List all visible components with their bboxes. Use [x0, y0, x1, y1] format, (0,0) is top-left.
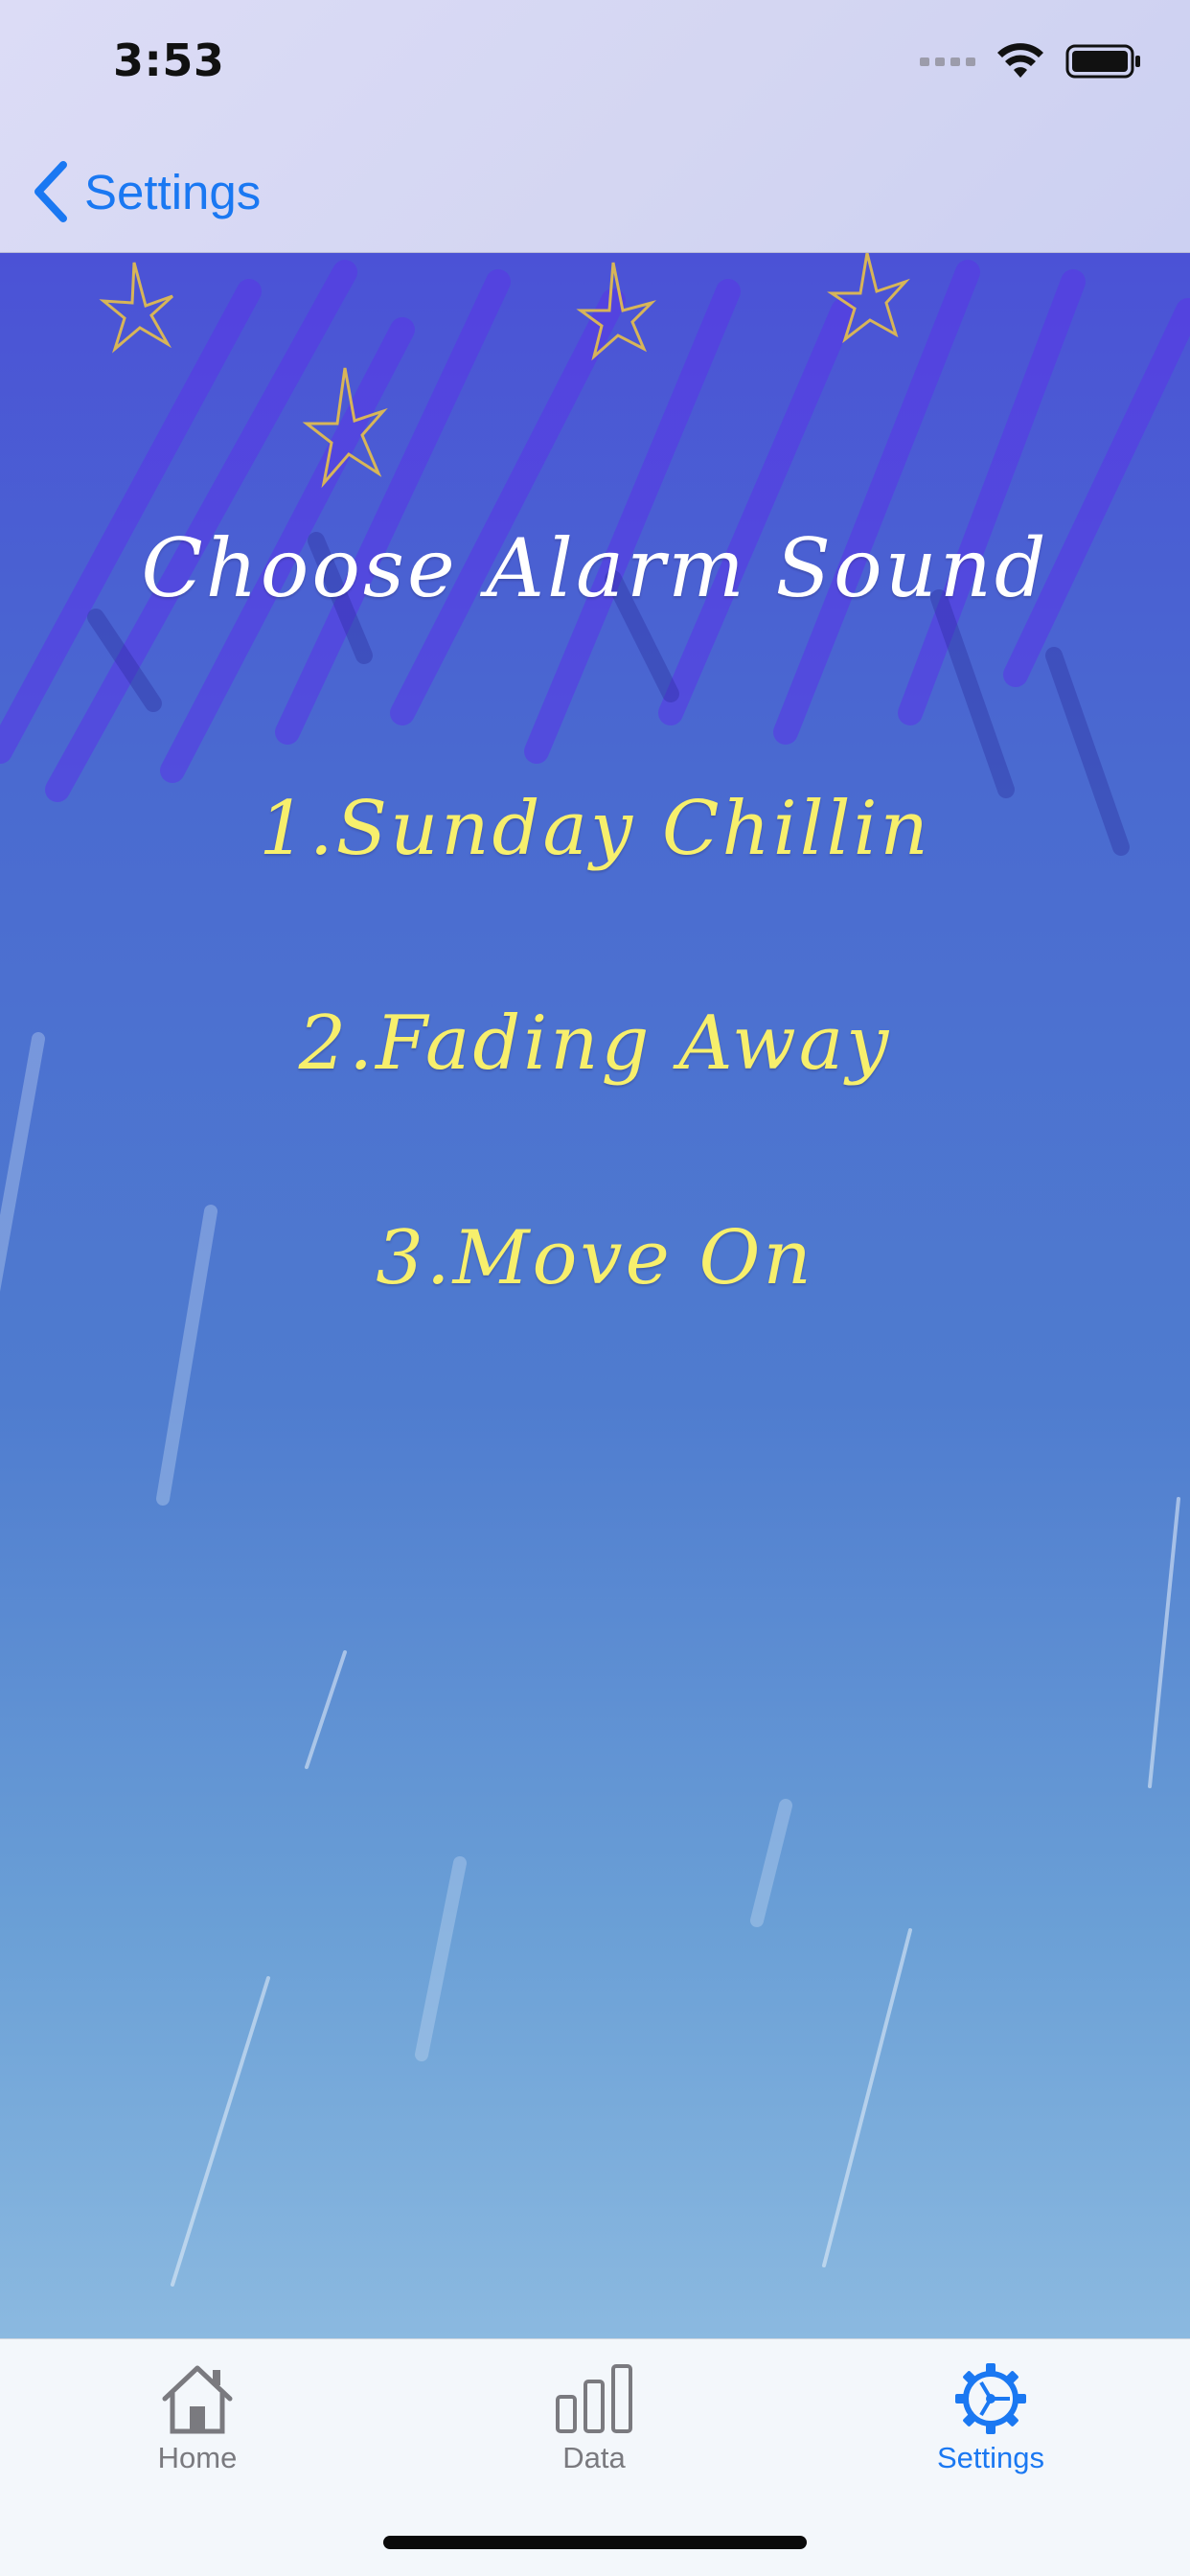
navigation-bar: 3:53 Settings — [0, 0, 1190, 253]
status-icons — [920, 42, 1142, 80]
chevron-left-icon — [34, 161, 67, 222]
page-title: Choose Alarm Sound — [141, 521, 1049, 615]
gear-icon — [955, 2363, 1026, 2434]
wifi-icon — [997, 43, 1043, 78]
house-icon — [162, 2365, 233, 2434]
tab-home[interactable]: Home — [82, 2362, 312, 2506]
sound-option-move-on[interactable]: 3.Move On — [0, 1215, 1190, 1301]
sound-option-sunday-chillin[interactable]: 1.Sunday Chillin — [0, 786, 1190, 872]
battery-icon — [1065, 44, 1140, 79]
tab-data-label: Data — [562, 2441, 626, 2474]
tab-settings-label: Settings — [936, 2441, 1044, 2474]
status-time: 3:53 — [113, 34, 225, 86]
tab-data[interactable]: Data — [479, 2362, 709, 2506]
tab-home-label: Home — [157, 2441, 238, 2474]
tab-settings[interactable]: Settings — [876, 2362, 1106, 2506]
home-indicator — [383, 2536, 807, 2549]
cellular-signal-icon — [920, 57, 975, 66]
back-button[interactable]: Settings — [33, 153, 261, 230]
back-button-label: Settings — [84, 164, 262, 219]
sound-option-fading-away[interactable]: 2.Fading Away — [0, 1000, 1190, 1087]
alarm-sound-screen: Choose Alarm Sound 1.Sunday Chillin 2.Fa… — [0, 253, 1190, 2338]
bar-chart-icon — [556, 2364, 632, 2433]
